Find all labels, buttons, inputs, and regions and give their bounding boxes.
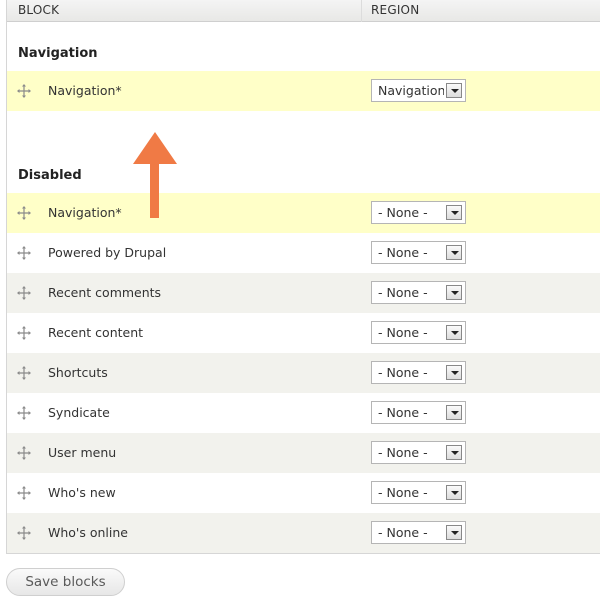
chevron-down-icon[interactable] [446,405,462,420]
region-select-value: - None - [378,525,428,540]
table-row[interactable]: Navigation* - None - [7,193,600,233]
chevron-down-icon[interactable] [446,205,462,220]
drag-handle-icon[interactable] [17,406,31,420]
chevron-down-icon[interactable] [446,325,462,340]
chevron-down-icon[interactable] [446,525,462,540]
block-label: Navigation* [48,83,122,98]
region-select[interactable]: - None - [371,361,466,384]
block-label: Shortcuts [48,365,108,380]
table-row[interactable]: User menu - None - [7,433,600,473]
table-row[interactable]: Powered by Drupal - None - [7,233,600,273]
column-divider [361,0,362,22]
save-blocks-button[interactable]: Save blocks [6,568,125,596]
drag-handle-icon[interactable] [17,206,31,220]
blocks-table: BLOCK REGION Navigation Navigation* Navi… [6,0,600,554]
chevron-down-icon[interactable] [446,485,462,500]
table-row[interactable]: Recent comments - None - [7,273,600,313]
region-select[interactable]: - None - [371,241,466,264]
table-row[interactable]: Who's online - None - [7,513,600,553]
table-row[interactable]: Who's new - None - [7,473,600,513]
region-select-value: - None - [378,245,428,260]
block-label: Recent content [48,325,144,340]
region-select-value: - None - [378,365,428,380]
chevron-down-icon[interactable] [446,445,462,460]
block-label: Who's online [48,525,128,540]
table-header: BLOCK REGION [7,0,600,22]
column-header-block: BLOCK [18,3,60,17]
drag-handle-icon[interactable] [17,486,31,500]
drag-handle-icon[interactable] [17,84,31,98]
region-select[interactable]: - None - [371,481,466,504]
chevron-down-icon[interactable] [446,285,462,300]
section-title-navigation: Navigation [18,46,98,61]
block-label: Recent comments [48,285,162,300]
region-select[interactable]: - None - [371,441,466,464]
region-select-value: - None - [378,325,428,340]
block-label: User menu [48,445,117,460]
drag-handle-icon[interactable] [17,326,31,340]
up-arrow-icon [133,132,177,218]
drag-handle-icon[interactable] [17,446,31,460]
chevron-down-icon[interactable] [446,83,462,98]
table-row[interactable]: Recent content - None - [7,313,600,353]
region-select-value: - None - [378,445,428,460]
region-select-value: Navigation [378,83,444,98]
block-label: Navigation* [48,205,122,220]
chevron-down-icon[interactable] [446,245,462,260]
table-row[interactable]: Navigation* Navigation [7,71,600,111]
region-select[interactable]: - None - [371,401,466,424]
drag-handle-icon[interactable] [17,246,31,260]
drag-handle-icon[interactable] [17,366,31,380]
region-select-value: - None - [378,485,428,500]
block-label: Who's new [48,485,116,500]
region-select-value: - None - [378,205,428,220]
block-label: Syndicate [48,405,110,420]
region-select-value: - None - [378,405,428,420]
table-row[interactable]: Syndicate - None - [7,393,600,433]
chevron-down-icon[interactable] [446,365,462,380]
column-header-region: REGION [371,3,420,17]
region-select[interactable]: - None - [371,321,466,344]
section-title-disabled: Disabled [18,168,82,183]
drag-handle-icon[interactable] [17,286,31,300]
region-select-value: - None - [378,285,428,300]
region-select[interactable]: - None - [371,521,466,544]
drag-handle-icon[interactable] [17,526,31,540]
region-select[interactable]: - None - [371,201,466,224]
region-select[interactable]: - None - [371,281,466,304]
table-row[interactable]: Shortcuts - None - [7,353,600,393]
region-select[interactable]: Navigation [371,79,466,102]
block-label: Powered by Drupal [48,245,167,260]
